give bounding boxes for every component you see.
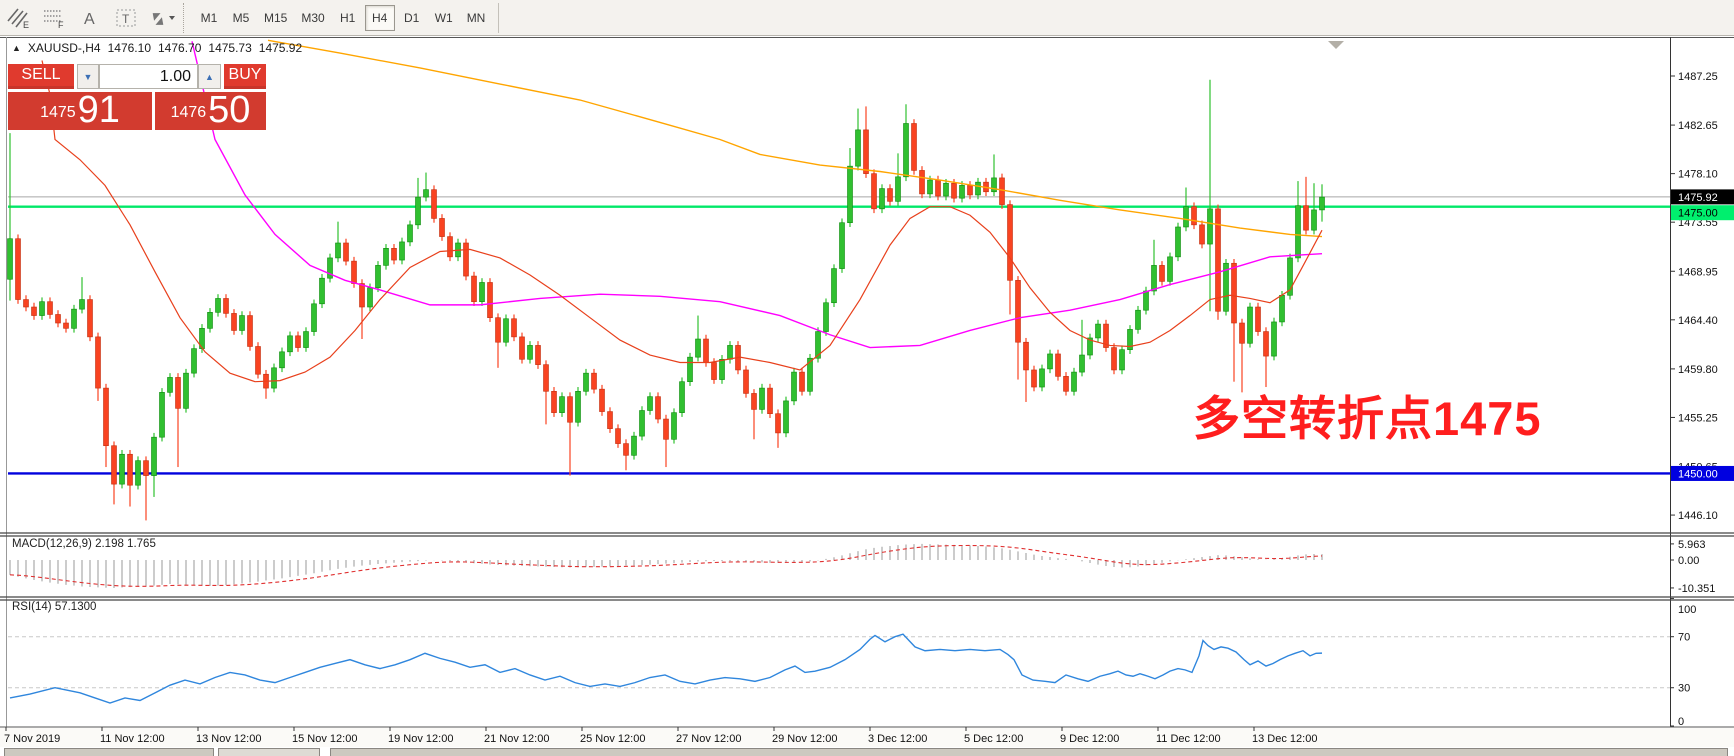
svg-text:11 Nov 12:00: 11 Nov 12:00 bbox=[100, 733, 165, 745]
svg-text:11 Dec 12:00: 11 Dec 12:00 bbox=[1156, 733, 1221, 745]
volume-increase-button[interactable]: ▲ bbox=[198, 64, 221, 89]
svg-text:30: 30 bbox=[1678, 683, 1690, 695]
sell-price-box[interactable]: 1475 91 bbox=[8, 92, 152, 130]
text-box-icon[interactable]: T bbox=[109, 3, 143, 33]
svg-text:1446.10: 1446.10 bbox=[1678, 510, 1718, 522]
svg-text:F: F bbox=[58, 20, 64, 29]
grid-f-icon[interactable]: F bbox=[37, 3, 71, 33]
toolbar-separator-2 bbox=[498, 3, 499, 33]
svg-text:13 Nov 12:00: 13 Nov 12:00 bbox=[196, 733, 261, 745]
chart-window[interactable]: 1487.251482.651478.101473.551468.951464.… bbox=[0, 37, 1734, 756]
timeframe-button-h1[interactable]: H1 bbox=[333, 5, 363, 31]
svg-text:25 Nov 12:00: 25 Nov 12:00 bbox=[580, 733, 645, 745]
rsi-indicator-label: RSI(14) 57.1300 bbox=[12, 601, 96, 613]
ohlc-low: 1475.73 bbox=[208, 41, 251, 55]
svg-text:13 Dec 12:00: 13 Dec 12:00 bbox=[1252, 733, 1317, 745]
toolbar-separator bbox=[183, 3, 190, 33]
timeframe-button-h4[interactable]: H4 bbox=[365, 5, 395, 31]
svg-text:T: T bbox=[122, 12, 130, 26]
svg-text:15 Nov 12:00: 15 Nov 12:00 bbox=[292, 733, 357, 745]
buy-price-big: 50 bbox=[208, 92, 250, 128]
svg-text:0.00: 0.00 bbox=[1678, 555, 1699, 567]
svg-text:29 Nov 12:00: 29 Nov 12:00 bbox=[772, 733, 837, 745]
svg-text:1478.10: 1478.10 bbox=[1678, 169, 1718, 181]
svg-text:100: 100 bbox=[1678, 604, 1696, 616]
svg-text:E: E bbox=[23, 20, 29, 29]
svg-text:1487.25: 1487.25 bbox=[1678, 71, 1718, 83]
svg-text:9 Dec 12:00: 9 Dec 12:00 bbox=[1060, 733, 1119, 745]
chart-tab-stub[interactable] bbox=[330, 748, 1728, 756]
svg-text:5.963: 5.963 bbox=[1678, 539, 1706, 551]
svg-text:1455.25: 1455.25 bbox=[1678, 412, 1718, 424]
chart-tab-stub[interactable] bbox=[4, 748, 214, 756]
ohlc-high: 1476.70 bbox=[158, 41, 201, 55]
svg-text:1464.40: 1464.40 bbox=[1678, 315, 1718, 327]
arrows-dropdown-icon[interactable] bbox=[145, 3, 179, 33]
mt4-window: E F A T bbox=[0, 0, 1734, 756]
ohlc-open: 1476.10 bbox=[108, 41, 151, 55]
buy-button[interactable]: BUY bbox=[224, 64, 266, 89]
svg-text:1482.65: 1482.65 bbox=[1678, 120, 1718, 132]
svg-text:1475.00: 1475.00 bbox=[1678, 208, 1718, 220]
timeframe-button-d1[interactable]: D1 bbox=[397, 5, 427, 31]
collapse-arrow-icon[interactable]: ▲ bbox=[12, 43, 21, 53]
chart-tab-stub[interactable] bbox=[218, 748, 320, 756]
hatch-e-icon[interactable]: E bbox=[1, 3, 35, 33]
svg-text:7 Nov 2019: 7 Nov 2019 bbox=[4, 733, 60, 745]
buy-price-small: 1476 bbox=[171, 98, 207, 128]
svg-text:1468.95: 1468.95 bbox=[1678, 266, 1718, 278]
timeframe-button-w1[interactable]: W1 bbox=[429, 5, 459, 31]
timeframe-buttons: M1M5M15M30H1H4D1W1MN bbox=[193, 5, 492, 31]
svg-text:27 Nov 12:00: 27 Nov 12:00 bbox=[676, 733, 741, 745]
svg-text:A: A bbox=[84, 11, 95, 28]
ohlc-close: 1475.92 bbox=[259, 41, 302, 55]
svg-text:70: 70 bbox=[1678, 632, 1690, 644]
volume-input[interactable] bbox=[99, 64, 198, 89]
timeframe-button-mn[interactable]: MN bbox=[461, 5, 492, 31]
toolbar: E F A T bbox=[0, 0, 1734, 36]
symbol-period-label: XAUUSD-,H4 bbox=[28, 41, 101, 55]
sell-price-small: 1475 bbox=[40, 98, 76, 128]
one-click-trade-panel: SELL ▼ ▲ BUY 1475 91 1476 50 bbox=[8, 64, 266, 159]
svg-text:0: 0 bbox=[1678, 716, 1684, 728]
chart-header: ▲ XAUUSD-,H4 1476.10 1476.70 1475.73 147… bbox=[12, 41, 302, 55]
letter-a-icon[interactable]: A bbox=[73, 3, 107, 33]
buy-price-box[interactable]: 1476 50 bbox=[155, 92, 266, 130]
sell-price-big: 91 bbox=[78, 92, 120, 128]
svg-text:3 Dec 12:00: 3 Dec 12:00 bbox=[868, 733, 927, 745]
svg-text:1450.00: 1450.00 bbox=[1678, 468, 1718, 480]
macd-indicator-label: MACD(12,26,9) 2.198 1.765 bbox=[12, 538, 156, 550]
svg-text:19 Nov 12:00: 19 Nov 12:00 bbox=[388, 733, 453, 745]
svg-text:1475.92: 1475.92 bbox=[1678, 192, 1718, 204]
volume-decrease-button[interactable]: ▼ bbox=[77, 64, 99, 89]
timeframe-button-m1[interactable]: M1 bbox=[194, 5, 224, 31]
timeframe-button-m5[interactable]: M5 bbox=[226, 5, 256, 31]
svg-text:-10.351: -10.351 bbox=[1678, 583, 1715, 595]
svg-text:21 Nov 12:00: 21 Nov 12:00 bbox=[484, 733, 549, 745]
chart-annotation-text: 多空转折点1475 bbox=[1193, 380, 1542, 449]
svg-text:1459.80: 1459.80 bbox=[1678, 364, 1718, 376]
timeframe-button-m30[interactable]: M30 bbox=[295, 5, 330, 31]
sell-button[interactable]: SELL bbox=[8, 64, 74, 89]
timeframe-button-m15[interactable]: M15 bbox=[258, 5, 293, 31]
svg-text:5 Dec 12:00: 5 Dec 12:00 bbox=[964, 733, 1023, 745]
